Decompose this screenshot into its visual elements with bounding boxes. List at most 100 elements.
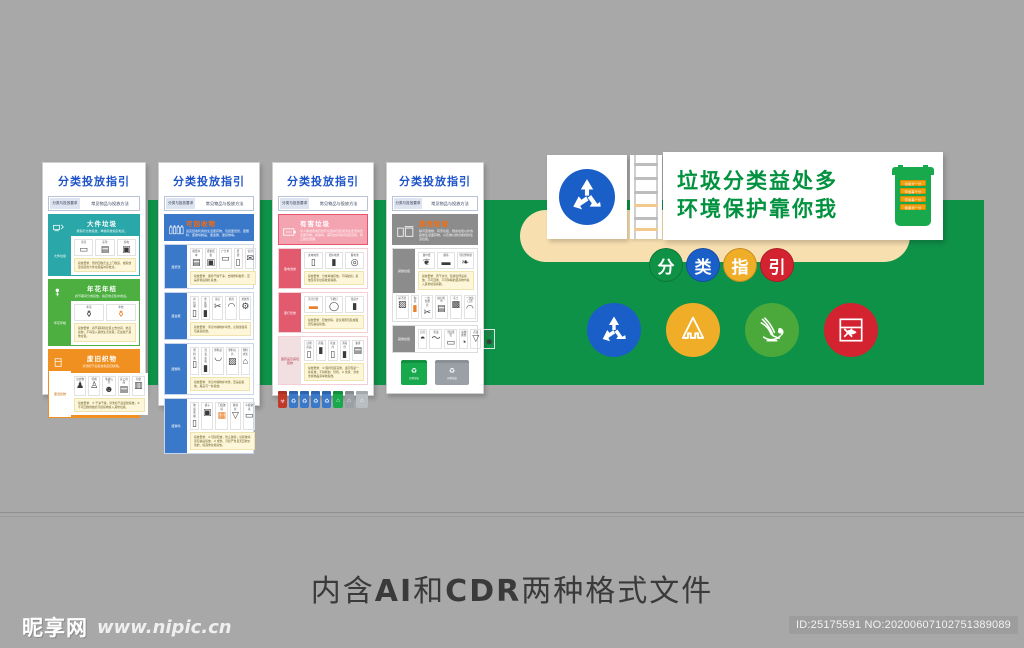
item-chip[interactable]: 尿不湿 ▨ [396, 294, 409, 319]
tab-common-items[interactable]: 常见物品与投放方法 [311, 198, 366, 210]
guide-panel-3[interactable]: 分类投放指引 分类与投放要求 常见物品与投放方法 有害垃圾 对人体健康或自然环境… [272, 162, 374, 409]
item-chip[interactable]: 床上用品 ▤ [117, 375, 131, 396]
hazardous-waste-icon-circle[interactable] [824, 303, 878, 357]
section-old-textiles[interactable]: 废旧织物 清洗晾干后投放指定回收箱。 废旧织物 旧衣物 ♟ 鞋帽 ♙ 毛绒玩具 ☻ 床… [48, 348, 148, 419]
item-chip[interactable]: 玻璃杯 ▽ [229, 402, 241, 430]
panel-tabs[interactable]: 分类与投放要求 常见物品与投放方法 [278, 196, 368, 212]
item-chip[interactable]: 花盆 ▽ [470, 328, 482, 349]
section-waste-batteries[interactable]: 废电池类 充电电池 ▯ 纽扣电池 ▮ 蓄电池 ◎ 投放要求：分类单独存放，不得破损；投… [278, 248, 368, 290]
item-chip[interactable]: 信封 ✉ [244, 248, 257, 269]
item-chip[interactable]: 年花 ⚱ [74, 304, 104, 322]
word-circle-zhi[interactable]: 指 [723, 248, 757, 282]
section-waste-plastic[interactable]: 废塑料 塑料瓶 ▯ 洗发水瓶 ▮ 塑料盆 ◡ 塑料玩具 ▨ 塑料衣架 ⌂ 投放要求：清空内… [164, 343, 254, 396]
item-chip[interactable]: 塑料衣架 ⌂ [240, 347, 250, 375]
item-chip[interactable]: 纸箱纸板 ▣ [204, 248, 218, 269]
item-chip[interactable]: 油漆 ▤ [351, 340, 365, 361]
tab-common-items[interactable]: 常见物品与投放方法 [197, 198, 252, 210]
section-bulky-waste[interactable]: 大件垃圾 按指引分类投放，单独存放指定地点。 大件垃圾 家具 ▭ 床垫 ▤ 家电 ▣ … [48, 214, 140, 277]
tab-requirements[interactable]: 分类与投放要求 [166, 198, 196, 210]
section-waste-medicine[interactable]: 废药品及其包装物 过期药品 ▯ 药瓶 ▮ 杀虫剂 ▯ 消毒剂 ▮ 油漆 ▤ 投放要求：① … [278, 336, 368, 386]
item-chip[interactable]: 纸袋 ▯ [233, 248, 243, 269]
item-chip[interactable]: 易拉罐 ▯ [190, 296, 199, 320]
item-chip[interactable]: 节能灯 ◯ [324, 296, 344, 314]
food-waste-icon-circle[interactable] [745, 303, 799, 357]
item-chip[interactable]: 锅具 ◠ [225, 296, 238, 320]
bin-food-waste[interactable]: ⌂ [333, 391, 343, 409]
item-chip[interactable]: 杀虫剂 ▯ [327, 340, 338, 361]
panel-tabs[interactable]: 分类与投放要求 常见物品与投放方法 [164, 196, 254, 212]
item-chip[interactable]: 报纸书本 ▤ [190, 248, 203, 269]
item-chip[interactable]: 纽扣电池 ▮ [324, 252, 344, 270]
item-chip[interactable]: 塑料玩具 ▨ [226, 347, 239, 375]
item-chip[interactable]: 陶瓷 ▮ [410, 294, 420, 319]
item-chip[interactable]: 污损塑料袋 ❧ [456, 252, 474, 270]
bin-recyclable[interactable]: ♻ [322, 391, 332, 409]
item-chip[interactable]: 贝壳 ◓ [418, 328, 428, 349]
bin-other-waste-large[interactable]: ⌂ [355, 391, 369, 409]
item-chip[interactable]: 一次性餐具 ✂ [421, 294, 434, 319]
item-chip[interactable]: 金属件 ⚙ [239, 296, 252, 320]
bin-recyclable[interactable]: ♻ [289, 391, 299, 409]
word-circle-lei[interactable]: 类 [686, 248, 720, 282]
guide-panel-4[interactable]: 分类投放指引 分类与投放要求 常见物品与投放方法 其他垃圾 除可回收物、有害垃圾… [386, 162, 495, 394]
item-chip[interactable]: 破旧毛巾 ▤ [435, 294, 448, 319]
item-chip[interactable]: 门窗玻璃 ▦ [215, 402, 228, 430]
item-chip[interactable]: 一次性口罩 ◠ [464, 294, 476, 319]
item-chip[interactable]: 镜子 ▣ [200, 402, 214, 430]
large-bin-gray[interactable]: ♻ 其他垃圾 [435, 359, 469, 385]
item-chip[interactable]: 旧衣物 ♟ [74, 375, 87, 396]
item-chip[interactable]: 毛绒玩具 ☻ [102, 375, 116, 396]
tab-requirements[interactable]: 分类与投放要求 [280, 198, 310, 210]
item-chip[interactable]: 平板玻璃 ▭ [242, 402, 256, 430]
tab-requirements[interactable]: 分类与投放要求 [394, 198, 422, 210]
tab-requirements[interactable]: 分类与投放要求 [50, 198, 80, 210]
item-chip[interactable]: 家电 ▣ [116, 239, 136, 257]
item-chip[interactable]: 广告单 ▭ [219, 248, 232, 269]
item-chip[interactable]: 餐巾纸 ❦ [418, 252, 436, 270]
other-waste-icon-circle[interactable] [666, 303, 720, 357]
tab-common-items[interactable]: 常见物品与投放方法 [423, 198, 476, 210]
item-chip[interactable]: 过期药品 ▯ [304, 340, 314, 361]
item-chip[interactable]: 碎玻璃 ✸ [483, 328, 495, 349]
item-chip[interactable]: 温度计 ▮ [345, 296, 365, 314]
section-waste-glass[interactable]: 废玻璃 玻璃瓶罐 ▯ 镜子 ▣ 门窗玻璃 ▦ 玻璃杯 ▽ 平板玻璃 ▭ 投放要求：① 轻投… [164, 398, 256, 455]
section-waste-metal[interactable]: 废金属 易拉罐 ▯ 金属罐 ▮ 铁钉 ✂ 锅具 ◠ 金属件 ⚙ 投放要求：清空内容物并冲洗… [164, 292, 254, 341]
bin-recyclable[interactable]: ♻ [311, 391, 321, 409]
item-chip[interactable]: 玻璃瓶罐 ▯ [190, 402, 199, 430]
item-chip[interactable]: 烟蒂 ▬ [437, 252, 455, 270]
item-chip[interactable]: 家具 ▭ [74, 239, 94, 257]
item-chip[interactable]: 塑料盆 ◡ [212, 347, 225, 375]
item-chip[interactable]: 塑料瓶 ▯ [190, 347, 200, 375]
bin-other-waste[interactable]: ⌂ [344, 391, 354, 409]
item-chip[interactable]: 荧光灯管 ▬ [304, 296, 323, 314]
item-chip[interactable]: 包袋 ▥ [132, 375, 145, 396]
item-chip[interactable]: 药瓶 ▮ [315, 340, 326, 361]
item-chip[interactable]: 消毒剂 ▮ [339, 340, 350, 361]
large-bin-green[interactable]: ♻ 其他垃圾 [401, 359, 427, 385]
recyclable-icon-circle[interactable] [587, 303, 641, 357]
item-chip[interactable]: 铁钉 ✂ [211, 296, 224, 320]
word-circle-yin[interactable]: 引 [760, 248, 794, 282]
section-new-year-flowers[interactable]: 年花年桔 春节期间分类投放，指定地点集中收运。 年花年桔 年花 ⚱ 年桔 ⚱ 投放要… [48, 279, 140, 346]
item-chip[interactable]: 毛发〜 [429, 328, 443, 349]
guide-panel-1[interactable]: 分类投放指引 分类与投放要求 常见物品与投放方法 大件垃圾 按指引分类投放，单独… [42, 162, 148, 419]
bin-hazardous[interactable]: ☣ [277, 391, 288, 409]
item-chip[interactable]: 床垫 ▤ [95, 239, 115, 257]
panel-tabs[interactable]: 分类与投放要求 常见物品与投放方法 [48, 196, 140, 212]
item-chip[interactable]: 年桔 ⚱ [106, 304, 136, 322]
guide-panel-2[interactable]: 分类投放指引 分类与投放要求 常见物品与投放方法 可回收物 适宜回收利用的生活废… [158, 162, 260, 455]
item-chip[interactable]: 动物粪便 ◔ [458, 328, 469, 349]
section-other-waste-2[interactable]: 其他垃圾 贝壳 ◓ 毛发〜 污损纸张 ▭ 动物粪便 ◔ 花盆 ▽ 碎玻璃 ✸ [392, 324, 495, 353]
item-chip[interactable]: 蓄电池 ◎ [345, 252, 365, 270]
item-chip[interactable]: 充电电池 ▯ [304, 252, 323, 270]
bin-recyclable[interactable]: ♻ [300, 391, 310, 409]
item-chip[interactable]: 金属罐 ▮ [200, 296, 210, 320]
section-waste-lamps[interactable]: 废灯管类 荧光灯管 ▬ 节能灯 ◯ 温度计 ▮ 投放要求：轻放防碎，建议用原包装或报纸… [278, 292, 368, 334]
item-chip[interactable]: 灰土 ▩ [449, 294, 463, 319]
word-circle-fen[interactable]: 分 [649, 248, 683, 282]
section-other-waste-1[interactable]: 其他垃圾 餐巾纸 ❦ 烟蒂 ▬ 污损塑料袋 ❧ 投放要求：沥干水分，装袋密闭后投放。不… [392, 248, 478, 322]
item-chip[interactable]: 鞋帽 ♙ [88, 375, 101, 396]
tab-common-items[interactable]: 常见物品与投放方法 [81, 198, 138, 210]
section-waste-paper[interactable]: 废纸张 报纸书本 ▤ 纸箱纸板 ▣ 广告单 ▭ 纸袋 ▯ 信封 ✉ 投放要求：保持干燥干净… [164, 244, 257, 290]
item-chip[interactable]: 污损纸张 ▭ [444, 328, 457, 349]
